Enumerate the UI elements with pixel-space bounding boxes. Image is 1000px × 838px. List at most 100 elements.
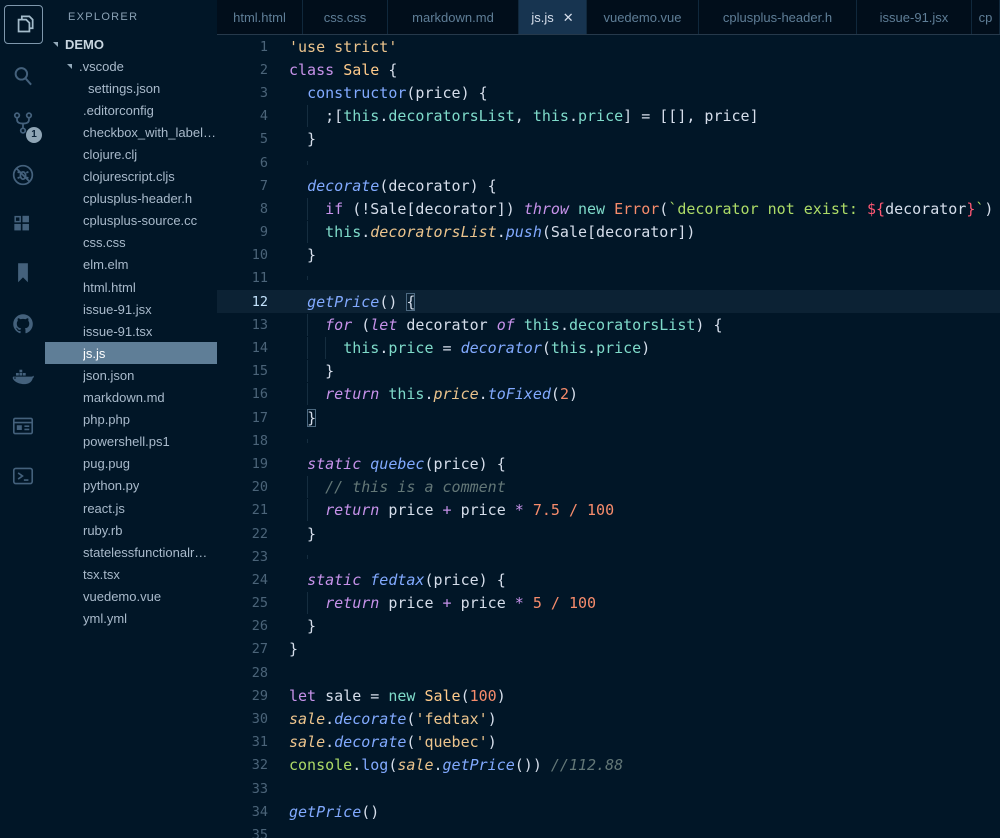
activity-search-button[interactable] [4, 57, 41, 94]
code-line-13[interactable]: 13 for (let decorator of this.decorators… [217, 313, 1000, 336]
code-editor[interactable]: 1'use strict'2class Sale {3 constructor(… [217, 35, 1000, 838]
code-line-12[interactable]: 12 getPrice() { [217, 290, 1000, 313]
tree-item-demo[interactable]: DEMO [45, 33, 217, 55]
code-line-17[interactable]: 17 } [217, 406, 1000, 429]
tree-item-label: clojure.clj [83, 147, 137, 162]
tree-item-js-js[interactable]: js.js [45, 342, 217, 364]
tree-item--editorconfig[interactable]: .editorconfig [45, 99, 217, 121]
code-line-14[interactable]: 14 this.price = decorator(this.price) [217, 336, 1000, 359]
tree-item-css-css[interactable]: css.css [45, 232, 217, 254]
code-line-20[interactable]: 20 // this is a comment [217, 476, 1000, 499]
code-line-21[interactable]: 21 return price + price * 7.5 / 100 [217, 499, 1000, 522]
expand-arrow-icon[interactable] [67, 64, 72, 69]
code-line-32[interactable]: 32console.log(sale.getPrice()) //112.88 [217, 754, 1000, 777]
search-icon [10, 63, 36, 89]
tree-item-php-php[interactable]: php.php [45, 409, 217, 431]
tab-cp[interactable]: cp [972, 0, 1000, 34]
vscode-window: { "colors": { "background": "#011627", "… [0, 0, 1000, 838]
tab-issue-91-jsx[interactable]: issue-91.jsx [857, 0, 972, 34]
activity-docker-button[interactable] [4, 357, 41, 394]
activity-extensions-button[interactable] [4, 206, 41, 243]
code-token [289, 455, 307, 473]
code-line-9[interactable]: 9 this.decoratorsList.push(Sale[decorato… [217, 221, 1000, 244]
code-line-18[interactable]: 18 [217, 429, 1000, 452]
code-line-16[interactable]: 16 return this.price.toFixed(2) [217, 383, 1000, 406]
code-line-2[interactable]: 2class Sale { [217, 58, 1000, 81]
code-line-29[interactable]: 29let sale = new Sale(100) [217, 684, 1000, 707]
tree-item-ruby-rb[interactable]: ruby.rb [45, 519, 217, 541]
code-line-30[interactable]: 30sale.decorate('fedtax') [217, 707, 1000, 730]
tab-html-html[interactable]: html.html [217, 0, 303, 34]
tree-item--vscode[interactable]: .vscode [45, 55, 217, 77]
code-token: () [379, 293, 406, 311]
tree-item-powershell-ps1[interactable]: powershell.ps1 [45, 431, 217, 453]
code-line-7[interactable]: 7 decorate(decorator) { [217, 174, 1000, 197]
code-line-3[interactable]: 3 constructor(price) { [217, 81, 1000, 104]
activity-bookmarks-button[interactable] [4, 254, 41, 291]
tree-item-statelessfunctionalr-[interactable]: statelessfunctionalr… [45, 541, 217, 563]
code-line-23[interactable]: 23 [217, 545, 1000, 568]
tree-item-settings-json[interactable]: settings.json [45, 77, 217, 99]
line-number: 28 [217, 665, 268, 681]
code-line-11[interactable]: 11 [217, 267, 1000, 290]
tree-item-label: cplusplus-header.h [83, 191, 192, 206]
expand-arrow-icon[interactable] [53, 42, 58, 47]
tab-vuedemo-vue[interactable]: vuedemo.vue [587, 0, 699, 34]
tree-item-issue-91-tsx[interactable]: issue-91.tsx [45, 320, 217, 342]
code-line-26[interactable]: 26 } [217, 615, 1000, 638]
code-line-content: return this.price.toFixed(2) [289, 385, 578, 403]
code-line-27[interactable]: 27} [217, 638, 1000, 661]
tree-item-vuedemo-vue[interactable]: vuedemo.vue [45, 585, 217, 607]
tree-item-label: react.js [83, 501, 125, 516]
tab-markdown-md[interactable]: markdown.md [388, 0, 519, 34]
tab-cplusplus-header-h[interactable]: cplusplus-header.h [699, 0, 857, 34]
activity-explorer-button[interactable] [4, 5, 43, 44]
code-line-28[interactable]: 28 [217, 661, 1000, 684]
code-line-34[interactable]: 34getPrice() [217, 800, 1000, 823]
code-line-24[interactable]: 24 static fedtax(price) { [217, 568, 1000, 591]
tree-item-cplusplus-header-h[interactable]: cplusplus-header.h [45, 188, 217, 210]
code-token: getPrice [443, 756, 515, 774]
tree-item-python-py[interactable]: python.py [45, 475, 217, 497]
tree-item-html-html[interactable]: html.html [45, 276, 217, 298]
code-line-4[interactable]: 4 ;[this.decoratorsList, this.price] = [… [217, 105, 1000, 128]
tree-item-checkbox-with-label-[interactable]: checkbox_with_label… [45, 121, 217, 143]
tab-js-js[interactable]: js.js✕ [519, 0, 587, 34]
code-token: . [424, 385, 433, 403]
code-line-15[interactable]: 15 } [217, 360, 1000, 383]
code-line-31[interactable]: 31sale.decorate('quebec') [217, 731, 1000, 754]
tree-item-elm-elm[interactable]: elm.elm [45, 254, 217, 276]
tree-item-pug-pug[interactable]: pug.pug [45, 453, 217, 475]
tab-close-icon[interactable]: ✕ [563, 11, 574, 24]
tree-item-react-js[interactable]: react.js [45, 497, 217, 519]
code-token: Sale [424, 687, 460, 705]
tree-item-yml-yml[interactable]: yml.yml [45, 607, 217, 629]
tree-item-json-json[interactable]: json.json [45, 364, 217, 386]
code-line-22[interactable]: 22 } [217, 522, 1000, 545]
code-line-5[interactable]: 5 } [217, 128, 1000, 151]
activity-debug-off-button[interactable] [4, 156, 41, 193]
code-line-10[interactable]: 10 } [217, 244, 1000, 267]
code-line-6[interactable]: 6 [217, 151, 1000, 174]
tree-item-clojure-clj[interactable]: clojure.clj [45, 143, 217, 165]
tab-label: vuedemo.vue [603, 10, 681, 25]
code-line-33[interactable]: 33 [217, 777, 1000, 800]
code-token: () [361, 803, 379, 821]
code-line-25[interactable]: 25 return price + price * 5 / 100 [217, 592, 1000, 615]
activity-source-control-button[interactable]: 1 [4, 104, 41, 141]
activity-browser-preview-button[interactable] [4, 407, 41, 444]
tree-item-markdown-md[interactable]: markdown.md [45, 387, 217, 409]
tree-item-cplusplus-source-cc[interactable]: cplusplus-source.cc [45, 210, 217, 232]
code-line-1[interactable]: 1'use strict' [217, 35, 1000, 58]
line-number: 33 [217, 781, 268, 797]
tree-item-tsx-tsx[interactable]: tsx.tsx [45, 563, 217, 585]
indent-guide [307, 276, 308, 280]
tree-item-clojurescript-cljs[interactable]: clojurescript.cljs [45, 166, 217, 188]
code-line-35[interactable]: 35 [217, 823, 1000, 838]
tree-item-issue-91-jsx[interactable]: issue-91.jsx [45, 298, 217, 320]
code-line-8[interactable]: 8 if (!Sale[decorator]) throw new Error(… [217, 197, 1000, 220]
activity-powershell-button[interactable] [4, 457, 41, 494]
activity-github-button[interactable] [4, 305, 41, 342]
tab-css-css[interactable]: css.css [303, 0, 388, 34]
code-line-19[interactable]: 19 static quebec(price) { [217, 452, 1000, 475]
